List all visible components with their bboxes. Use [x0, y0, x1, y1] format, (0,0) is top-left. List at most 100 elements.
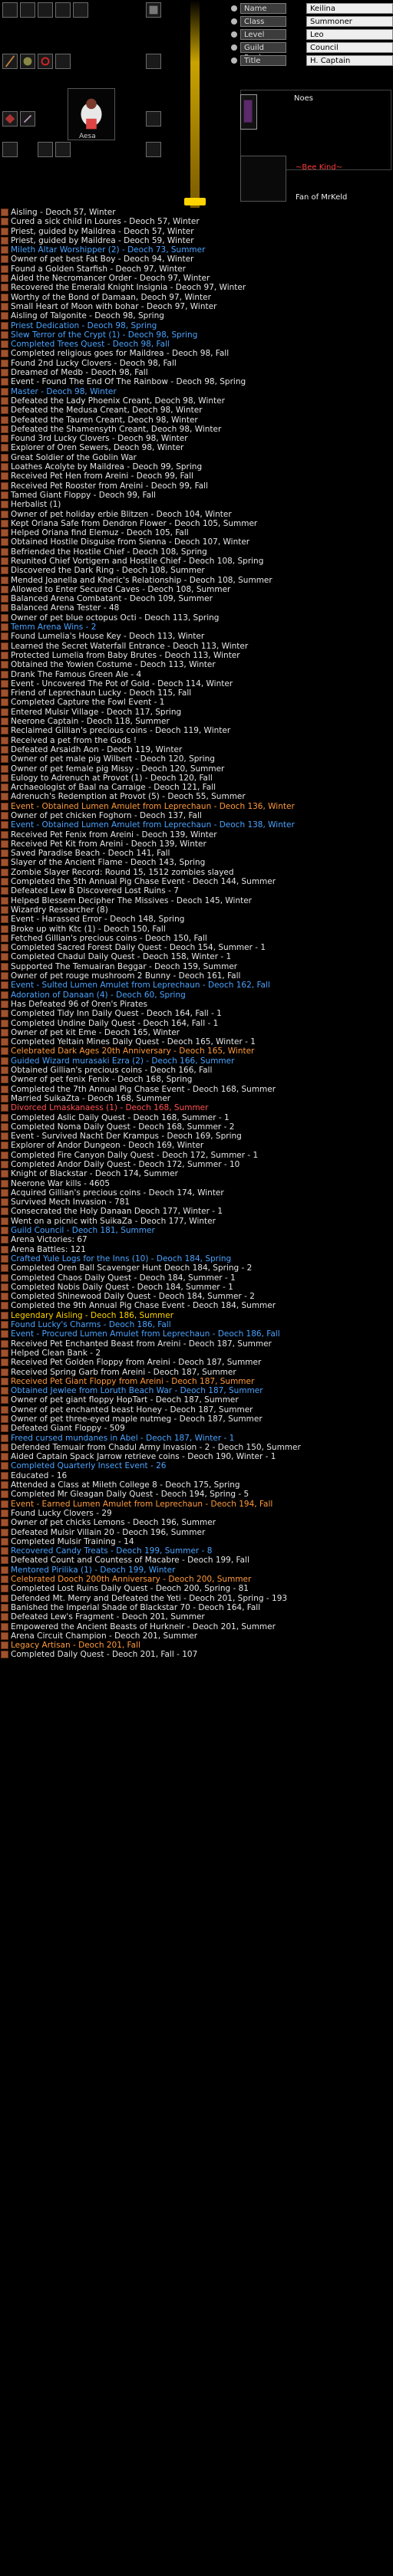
list-item: Completed Mulsir Training - 14 — [0, 1537, 393, 1546]
legend-text: Legendary Aisling - Deoch 186, Summer — [11, 1310, 174, 1320]
legend-mark-icon — [1, 972, 8, 981]
equip-slot-11[interactable] — [2, 111, 18, 127]
legend-mark-icon — [1, 868, 8, 876]
legend-mark-icon — [1, 1434, 8, 1442]
equip-slot-17[interactable] — [146, 111, 161, 127]
legend-text: Defeated Lew's Fragment - Deoch 201, Sum… — [11, 1612, 205, 1622]
legend-mark-icon — [1, 1010, 8, 1018]
legend-mark-icon — [1, 425, 8, 433]
legend-text: Defended Temuair from Chadul Army Invasi… — [11, 1442, 301, 1452]
legend-mark-icon — [1, 481, 8, 490]
ring-icon — [41, 57, 50, 66]
equip-slot-9[interactable] — [38, 54, 53, 69]
legend-text: Found Lucky's Charms - Deoch 186, Fall — [11, 1320, 171, 1330]
list-item: Event - Harassed Error - Deoch 148, Spri… — [0, 915, 393, 924]
legend-mark-icon — [1, 1094, 8, 1102]
list-item: Went on a picnic with SuikaZa - Deoch 17… — [0, 1217, 393, 1226]
equip-slot-6[interactable] — [146, 2, 161, 18]
equip-slot-15[interactable] — [55, 142, 71, 157]
equip-slot-18[interactable] — [146, 142, 161, 157]
equip-slot-3[interactable] — [38, 2, 53, 18]
list-item: Completed Yeltain Mines Daily Quest - De… — [0, 1037, 393, 1046]
legend-text: Celebrated Dooch 200th Anniversary - Deo… — [11, 1575, 252, 1585]
bullet-icon — [231, 5, 237, 12]
list-item: Reclaimed Gillian's precious coins - Deo… — [0, 726, 393, 735]
legend-text: Arena Battles: 121 — [11, 1244, 86, 1254]
legend-mark-icon — [1, 736, 8, 744]
legend-mark-icon — [1, 887, 8, 895]
legend-mark-icon — [1, 547, 8, 556]
legend-text: Completed Chaos Daily Quest - Deoch 184,… — [11, 1273, 236, 1283]
legend-text: Protected Lumelia from Baby Brutes - Deo… — [11, 650, 240, 660]
legend-text: Balanced Arena Tester - 48 — [11, 603, 120, 613]
legend-mark-icon — [1, 1566, 8, 1574]
legend-mark-icon — [1, 1104, 8, 1112]
legend-mark-icon — [1, 227, 8, 235]
legend-mark-icon — [1, 1368, 8, 1376]
legend-text: Helped Blessem Decipher The Missives - D… — [11, 895, 252, 905]
legend-mark-icon — [1, 1396, 8, 1405]
list-item: Broke up with Ktc (1) - Deoch 150, Fall — [0, 925, 393, 934]
equip-slot-1[interactable] — [2, 2, 18, 18]
list-item: Learned the Secret Waterfall Entrance - … — [0, 642, 393, 651]
list-item: Wizardry Researcher (8) — [0, 905, 393, 915]
legend-text: Balanced Arena Combatant - Deoch 109, Su… — [11, 594, 213, 604]
legend-text: Completed Fire Canyon Daily Quest - Deoc… — [11, 1150, 259, 1160]
legend-text: Owner of pet enchanted beast Honey - Deo… — [11, 1405, 253, 1414]
legend-text: Dreamed of Medb - Deoch 98, Fall — [11, 368, 148, 378]
legend-text: Defeated Count and Countess of Macabre -… — [11, 1556, 249, 1566]
list-item: Arena Battles: 121 — [0, 1245, 393, 1254]
list-item: Received Pet Golden Floppy from Areini -… — [0, 1358, 393, 1367]
legend-mark-icon — [1, 1471, 8, 1480]
equip-slot-2[interactable] — [20, 2, 35, 18]
list-item: Saved Paradise Beach - Deoch 141, Fall — [0, 849, 393, 858]
equip-slot-7[interactable] — [2, 54, 18, 69]
equip-slot-12[interactable] — [20, 111, 35, 127]
legend-mark-icon — [1, 1339, 8, 1348]
legend-mark-icon — [1, 1453, 8, 1461]
list-item: Eulogy to Adrenuch at Provot (1) - Deoch… — [0, 774, 393, 783]
legend-text: Received Pet Golden Floppy from Areini -… — [11, 1358, 262, 1368]
equip-slot-5[interactable] — [73, 2, 88, 18]
equip-slot-13[interactable] — [2, 142, 18, 157]
level-label: Level — [240, 29, 286, 40]
list-item: Recovered the Emerald Knight Insignia - … — [0, 283, 393, 292]
legend-text: Event - Earned Lumen Amulet from Leprech… — [11, 1499, 273, 1509]
legend-text: Defeated Giant Floppy - 509 — [11, 1424, 125, 1434]
equip-slot-8[interactable] — [20, 54, 35, 69]
list-item: Event - Obtained Lumen Amulet from Lepre… — [0, 820, 393, 830]
legend-mark-icon — [1, 623, 8, 632]
list-item: Owner of pet enchanted beast Honey - Deo… — [0, 1405, 393, 1414]
list-item: Married SuikaZta - Deoch 168, Summer — [0, 1094, 393, 1103]
list-item: Tamed Giant Floppy - Deoch 99, Fall — [0, 491, 393, 500]
equip-slot-10[interactable] — [55, 54, 71, 69]
legend-mark-icon — [1, 1462, 8, 1470]
list-item: Master - Deoch 98, Winter — [0, 387, 393, 396]
legend-text: Guided Wizard murasaki Ezra (2) - Deoch … — [11, 1056, 235, 1066]
list-item: Explorer of Andor Dungeon - Deoch 169, W… — [0, 1141, 393, 1150]
divider-bar — [184, 0, 206, 208]
legend-mark-icon — [1, 501, 8, 509]
legend-text: Completed Yeltain Mines Daily Quest - De… — [11, 1037, 256, 1047]
equip-slot-16[interactable] — [146, 54, 161, 69]
list-item: Received Pet Kit from Areini - Deoch 139… — [0, 840, 393, 849]
legend-text: Obtained the Yowien Costume - Deoch 113,… — [11, 660, 216, 670]
list-item: Event - Sulted Lumen Amulet from Leprech… — [0, 981, 393, 990]
list-item: Received Spring Garb from Areini - Deoch… — [0, 1368, 393, 1377]
legend-mark-icon — [1, 340, 8, 349]
list-item: Slew Terror of the Crypt (1) - Deoch 98,… — [0, 330, 393, 340]
legend-text: Explorer of Andor Dungeon - Deoch 169, W… — [11, 1141, 204, 1151]
legend-text: Event - Uncovered The Pot of Gold - Deoc… — [11, 678, 233, 688]
list-item: Owner of pet male pig Wilbert - Deoch 12… — [0, 754, 393, 764]
equip-slot-4[interactable] — [55, 2, 71, 18]
list-item: Recovered Candy Treats - Deoch 199, Summ… — [0, 1546, 393, 1556]
list-item: Allowed to Enter Secured Caves - Deoch 1… — [0, 585, 393, 594]
legend-mark-icon — [1, 1264, 8, 1273]
list-item: Completed Daily Quest - Deoch 201, Fall … — [0, 1650, 393, 1659]
list-item: Herbalist (1) — [0, 500, 393, 509]
equip-slot-14[interactable] — [38, 142, 53, 157]
legend-text: Event - Procured Lumen Amulet from Lepre… — [11, 1329, 280, 1339]
legend-text: Received Pet Rooster from Areini - Deoch… — [11, 481, 208, 491]
legend-mark-icon — [1, 1641, 8, 1650]
legend-text: Priest Dedication - Deoch 98, Spring — [11, 320, 157, 330]
